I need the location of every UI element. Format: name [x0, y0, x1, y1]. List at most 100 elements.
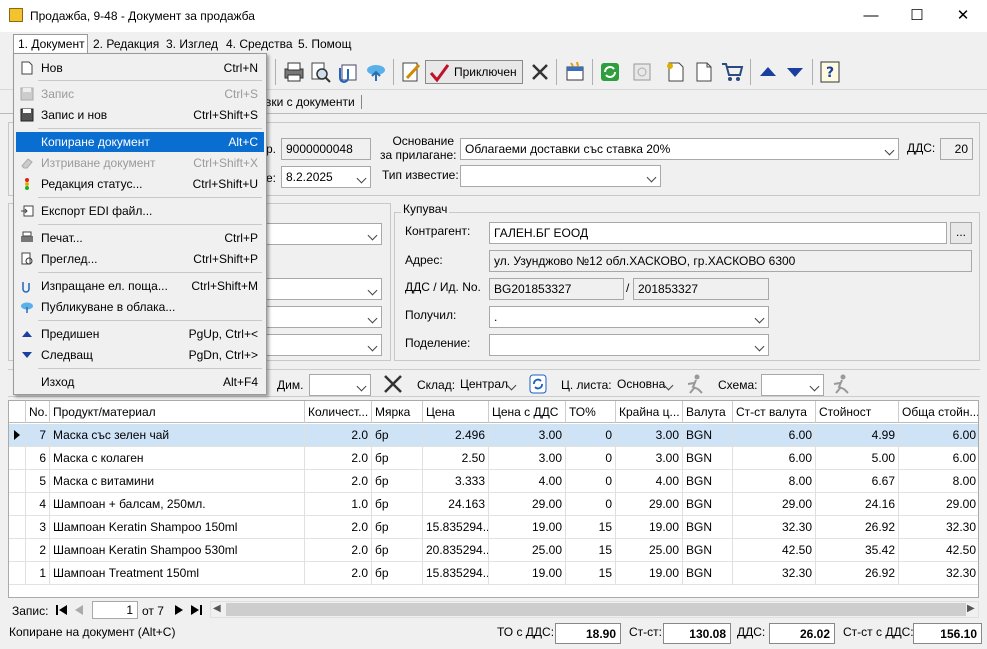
table-cell[interactable]: бр: [372, 516, 423, 539]
table-cell[interactable]: 15: [566, 516, 616, 539]
cart-icon[interactable]: [720, 60, 744, 84]
first-record-icon[interactable]: [54, 603, 70, 617]
table-cell[interactable]: 0: [566, 470, 616, 493]
table-cell[interactable]: 32.30: [899, 562, 978, 585]
scroll-left-icon[interactable]: ◀: [213, 603, 221, 614]
contractor-field[interactable]: ГАЛЕН.БГ ЕООД: [489, 222, 947, 244]
cloud-icon[interactable]: [364, 60, 388, 84]
table-cell[interactable]: 2.50: [423, 447, 489, 470]
warehouse-dropdown[interactable]: Централ: [458, 374, 520, 394]
table-cell[interactable]: бр: [372, 539, 423, 562]
table-cell[interactable]: 35.42: [816, 539, 899, 562]
table-cell[interactable]: BGN: [683, 539, 733, 562]
table-cell[interactable]: 19.00: [489, 516, 566, 539]
table-row[interactable]: 6 Маска с колаген 2.0 бр 2.50 3.00 0 3.00 BGN 6.0…: [9, 447, 978, 470]
table-cell[interactable]: Шампоан Keratin Shampoo 530ml: [50, 539, 305, 562]
column-header[interactable]: Количест...: [305, 401, 372, 423]
menu-item-export-edi[interactable]: Експорт EDI файл...: [16, 201, 264, 221]
row-indicator[interactable]: [9, 516, 26, 539]
received-by-dropdown[interactable]: .: [489, 306, 769, 328]
table-cell[interactable]: 8.00: [733, 470, 816, 493]
table-cell[interactable]: 2.0: [305, 539, 372, 562]
table-cell[interactable]: 24.163: [423, 493, 489, 516]
table-cell[interactable]: Шампоан + балсам, 250мл.: [50, 493, 305, 516]
menu-item-next[interactable]: Следващ PgDn, Ctrl+>: [16, 345, 264, 365]
table-cell[interactable]: 15: [566, 562, 616, 585]
table-row[interactable]: 5 Маска с витамини 2.0 бр 3.333 4.00 0 4.00 BGN 8…: [9, 470, 978, 493]
row-indicator[interactable]: [9, 447, 26, 470]
table-cell[interactable]: 2.0: [305, 424, 372, 447]
menu-help[interactable]: 5. Помощ: [298, 37, 351, 51]
table-cell[interactable]: 0: [566, 424, 616, 447]
row-indicator[interactable]: [9, 493, 26, 516]
clear-filter-icon[interactable]: [382, 373, 404, 395]
table-cell[interactable]: 29.00: [899, 493, 978, 516]
table-cell[interactable]: BGN: [683, 470, 733, 493]
table-cell[interactable]: бр: [372, 562, 423, 585]
refresh-icon[interactable]: [598, 60, 622, 84]
table-cell[interactable]: 1: [26, 562, 50, 585]
table-cell[interactable]: 32.30: [899, 516, 978, 539]
notice-type-dropdown[interactable]: [460, 165, 661, 187]
table-cell[interactable]: BGN: [683, 493, 733, 516]
table-row[interactable]: 1 Шампоан Treatment 150ml 2.0 бр 15.835294..…: [9, 562, 978, 585]
menu-edit[interactable]: 2. Редакция: [93, 37, 159, 51]
table-cell[interactable]: 6.00: [899, 424, 978, 447]
seller-field-4[interactable]: [266, 334, 382, 356]
copy-page-icon[interactable]: [692, 60, 716, 84]
table-cell[interactable]: 15.835294...: [423, 562, 489, 585]
table-row[interactable]: 3 Шампоан Keratin Shampoo 150ml 2.0 бр 15.83…: [9, 516, 978, 539]
new-page-icon[interactable]: [664, 60, 688, 84]
table-cell[interactable]: 6.00: [733, 447, 816, 470]
table-cell[interactable]: 3.00: [489, 447, 566, 470]
next-arrow-icon[interactable]: [783, 60, 807, 84]
table-cell[interactable]: BGN: [683, 516, 733, 539]
column-header[interactable]: Цена: [423, 401, 489, 423]
table-cell[interactable]: BGN: [683, 424, 733, 447]
table-cell[interactable]: 1.0: [305, 493, 372, 516]
table-cell[interactable]: BGN: [683, 447, 733, 470]
table-cell[interactable]: бр: [372, 493, 423, 516]
table-cell[interactable]: 3.00: [489, 424, 566, 447]
column-header[interactable]: Ст-ст валута: [733, 401, 816, 423]
table-cell[interactable]: 4.00: [616, 470, 683, 493]
table-cell[interactable]: 3.00: [616, 447, 683, 470]
minimize-button[interactable]: —: [848, 0, 894, 32]
id-number-field[interactable]: 201853327: [633, 278, 769, 300]
scroll-right-icon[interactable]: ▶: [967, 603, 975, 614]
column-header[interactable]: Стойност: [816, 401, 899, 423]
table-cell[interactable]: 25.00: [616, 539, 683, 562]
table-cell[interactable]: 19.00: [616, 562, 683, 585]
table-cell[interactable]: 26.92: [816, 562, 899, 585]
table-cell[interactable]: Шампоан Treatment 150ml: [50, 562, 305, 585]
table-cell[interactable]: 24.16: [816, 493, 899, 516]
calendar-icon[interactable]: [563, 60, 587, 84]
table-cell[interactable]: Маска с колаген: [50, 447, 305, 470]
stamp-icon[interactable]: [630, 60, 654, 84]
menu-item-save-and-new[interactable]: Запис и нов Ctrl+Shift+S: [16, 105, 264, 125]
browse-contractor-button[interactable]: ...: [950, 222, 972, 244]
table-cell[interactable]: 42.50: [733, 539, 816, 562]
menu-item-send-email[interactable]: Изпращане ел. поща... Ctrl+Shift+M: [16, 276, 264, 296]
table-cell[interactable]: 7: [26, 424, 50, 447]
column-header[interactable]: No.: [26, 401, 50, 423]
table-cell[interactable]: 2.496: [423, 424, 489, 447]
seller-field-1[interactable]: [266, 223, 382, 245]
running-figure-icon[interactable]: [683, 373, 707, 395]
table-cell[interactable]: 2: [26, 539, 50, 562]
table-cell[interactable]: 25.00: [489, 539, 566, 562]
column-header[interactable]: Обща стойн...: [899, 401, 978, 423]
table-cell[interactable]: 20.835294...: [423, 539, 489, 562]
row-indicator[interactable]: [9, 424, 26, 447]
row-indicator[interactable]: [9, 539, 26, 562]
table-cell[interactable]: 29.00: [616, 493, 683, 516]
table-cell[interactable]: 32.30: [733, 516, 816, 539]
table-cell[interactable]: 5: [26, 470, 50, 493]
column-header[interactable]: ТО%: [566, 401, 616, 423]
table-row[interactable]: 7 Маска със зелен чай 2.0 бр 2.496 3.00 0 3.00 B…: [9, 424, 978, 447]
menu-item-preview[interactable]: Преглед... Ctrl+Shift+P: [16, 249, 264, 269]
table-cell[interactable]: 8.00: [899, 470, 978, 493]
refresh-small-icon[interactable]: [529, 374, 547, 394]
menu-item-delete-document[interactable]: Изтриване документ Ctrl+Shift+X: [16, 153, 264, 173]
finish-button[interactable]: Приключен: [425, 60, 523, 84]
